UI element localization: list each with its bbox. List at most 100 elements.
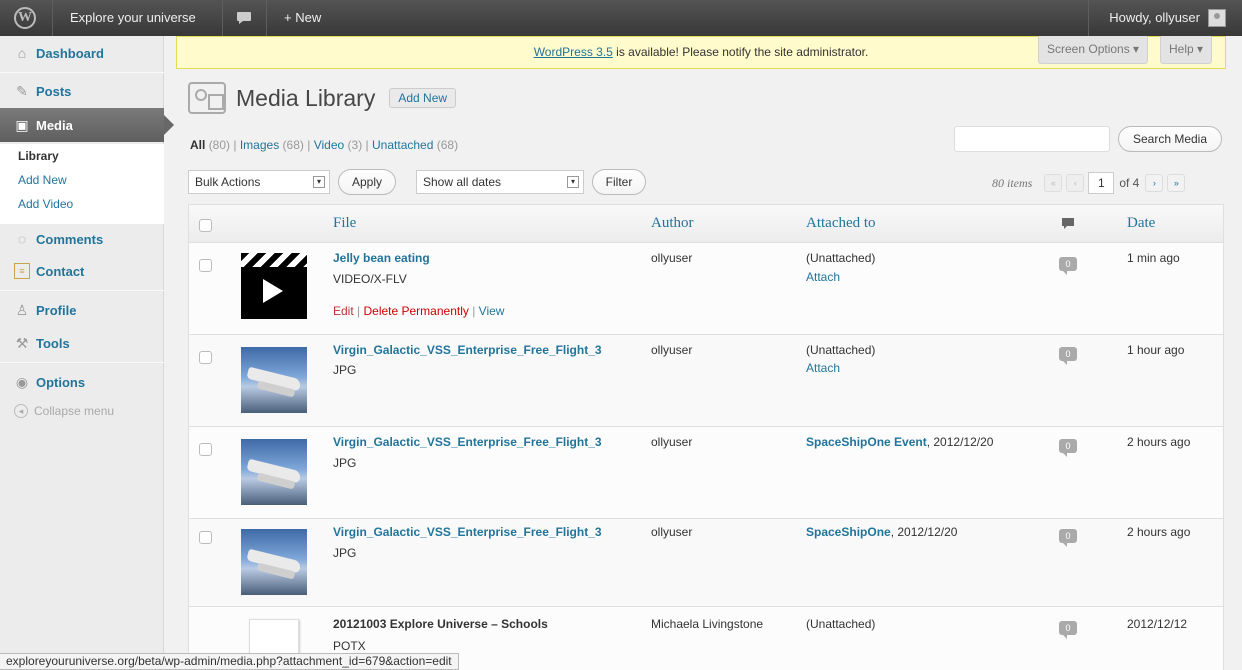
play-icon bbox=[263, 279, 283, 303]
search-media-button[interactable]: Search Media bbox=[1118, 126, 1222, 152]
attach-link[interactable]: Attach bbox=[806, 270, 840, 284]
row-checkbox[interactable] bbox=[199, 531, 212, 544]
file-title-link[interactable]: Virgin_Galactic_VSS_Enterprise_Free_Flig… bbox=[333, 525, 602, 539]
filter-images[interactable]: Images bbox=[240, 138, 279, 152]
menu-contact[interactable]: ≡ Contact bbox=[0, 254, 164, 288]
table-header: File Author Attached to Date bbox=[189, 205, 1223, 243]
first-page-button[interactable]: « bbox=[1044, 174, 1063, 192]
menu-posts[interactable]: ✎ Posts bbox=[0, 74, 164, 108]
filter-count: (80) bbox=[208, 138, 231, 152]
author: Michaela Livingstone bbox=[651, 617, 764, 631]
file-title[interactable]: 20121003 Explore Universe – Schools bbox=[333, 617, 548, 631]
menu-dashboard[interactable]: ⌂ Dashboard bbox=[0, 36, 164, 70]
separator: | bbox=[353, 304, 364, 318]
collapse-arrow-icon: ◂ bbox=[14, 404, 28, 418]
bulk-actions-value: Bulk Actions bbox=[195, 175, 261, 189]
last-page-button[interactable]: » bbox=[1167, 174, 1186, 192]
submenu-add-video[interactable]: Add Video bbox=[18, 192, 164, 216]
row-actions: Edit | Delete Permanently | View bbox=[333, 304, 504, 318]
howdy-user-menu[interactable]: Howdy, ollyuser bbox=[1109, 0, 1200, 36]
table-row: Virgin_Galactic_VSS_Enterprise_Free_Flig… bbox=[189, 335, 1223, 427]
comment-count-badge[interactable]: 0 bbox=[1059, 347, 1077, 365]
screen-options-tab[interactable]: Screen Options ▾ bbox=[1038, 36, 1149, 64]
row-checkbox[interactable] bbox=[199, 351, 212, 364]
file-title-link[interactable]: Jelly bean eating bbox=[333, 251, 430, 265]
image-thumbnail[interactable] bbox=[241, 529, 307, 595]
pagination: 80 items « ‹ 1 of 4 › » bbox=[992, 170, 1189, 196]
current-page-input[interactable]: 1 bbox=[1088, 172, 1115, 194]
column-attached-to[interactable]: Attached to bbox=[806, 215, 876, 232]
menu-divider bbox=[0, 290, 164, 291]
image-thumbnail[interactable] bbox=[241, 439, 307, 505]
new-content-menu[interactable]: + New bbox=[284, 0, 321, 36]
comment-count-badge[interactable]: 0 bbox=[1059, 621, 1077, 639]
submenu-library[interactable]: Library bbox=[18, 144, 164, 168]
comment-count-badge[interactable]: 0 bbox=[1059, 529, 1077, 547]
submenu-add-new[interactable]: Add New bbox=[18, 168, 164, 192]
delete-permanently-link[interactable]: Delete Permanently bbox=[363, 304, 468, 318]
comments-column-icon[interactable] bbox=[1061, 217, 1075, 233]
separator: | bbox=[233, 138, 237, 152]
file-type: POTX bbox=[333, 639, 366, 653]
wordpress-version-link[interactable]: WordPress 3.5 bbox=[534, 45, 613, 59]
menu-label: Posts bbox=[36, 83, 72, 99]
bulk-actions-select[interactable]: Bulk Actions ▾ bbox=[188, 170, 330, 194]
filter-button[interactable]: Filter bbox=[592, 169, 646, 195]
media-library-icon bbox=[188, 82, 226, 114]
date: 1 min ago bbox=[1127, 251, 1180, 265]
file-type: VIDEO/X-FLV bbox=[333, 272, 407, 286]
next-page-button[interactable]: › bbox=[1145, 174, 1164, 192]
menu-tools[interactable]: ⚒ Tools bbox=[0, 326, 164, 360]
row-checkbox[interactable] bbox=[199, 259, 212, 272]
menu-divider bbox=[0, 72, 164, 73]
attach-link[interactable]: Attach bbox=[806, 361, 840, 375]
comment-count-badge[interactable]: 0 bbox=[1059, 439, 1077, 457]
attached-post-link[interactable]: SpaceShipOne Event bbox=[806, 435, 927, 449]
wordpress-logo-icon[interactable]: W bbox=[14, 7, 36, 29]
menu-comments[interactable]: ◌ Comments bbox=[0, 222, 164, 256]
author: ollyuser bbox=[651, 525, 693, 539]
menu-label: Dashboard bbox=[36, 45, 104, 61]
date: 2 hours ago bbox=[1127, 525, 1191, 539]
collapse-menu[interactable]: ◂ Collapse menu bbox=[14, 404, 114, 418]
menu-options[interactable]: ◉ Options bbox=[0, 365, 164, 399]
options-icon: ◉ bbox=[15, 373, 29, 390]
image-thumbnail[interactable] bbox=[241, 347, 307, 413]
date-filter-select[interactable]: Show all dates ▾ bbox=[416, 170, 584, 194]
menu-label: Comments bbox=[36, 231, 104, 247]
site-name-link[interactable]: Explore your universe bbox=[70, 0, 196, 36]
prev-page-button[interactable]: ‹ bbox=[1066, 174, 1085, 192]
attached-post-link[interactable]: SpaceShipOne bbox=[806, 525, 891, 539]
video-thumbnail[interactable] bbox=[241, 253, 307, 319]
select-all-checkbox[interactable] bbox=[199, 219, 212, 232]
comment-count-badge[interactable]: 0 bbox=[1059, 257, 1077, 275]
column-file[interactable]: File bbox=[333, 215, 356, 232]
edit-link[interactable]: Edit bbox=[333, 304, 354, 318]
filter-count: (68) bbox=[282, 138, 304, 152]
table-row: Jelly bean eating VIDEO/X-FLV Edit | Del… bbox=[189, 243, 1223, 335]
filter-count: (68) bbox=[436, 138, 459, 152]
browser-status-bar: exploreyouruniverse.org/beta/wp-admin/me… bbox=[0, 653, 459, 670]
add-new-button[interactable]: Add New bbox=[389, 88, 457, 108]
avatar[interactable] bbox=[1208, 9, 1226, 27]
menu-label: Profile bbox=[36, 302, 77, 318]
comments-icon[interactable] bbox=[236, 0, 252, 36]
search-input[interactable] bbox=[954, 126, 1110, 152]
menu-label: Tools bbox=[36, 335, 70, 351]
column-author: Author bbox=[651, 215, 694, 231]
separator bbox=[222, 0, 223, 36]
view-link[interactable]: View bbox=[479, 304, 505, 318]
menu-media[interactable]: ▣ Media bbox=[0, 108, 174, 142]
help-tab[interactable]: Help ▾ bbox=[1160, 36, 1213, 64]
filter-video[interactable]: Video bbox=[314, 138, 344, 152]
row-checkbox[interactable] bbox=[199, 443, 212, 456]
column-date[interactable]: Date bbox=[1127, 215, 1155, 232]
filter-all[interactable]: All bbox=[190, 138, 205, 152]
file-title-link[interactable]: Virgin_Galactic_VSS_Enterprise_Free_Flig… bbox=[333, 343, 602, 357]
file-title-link[interactable]: Virgin_Galactic_VSS_Enterprise_Free_Flig… bbox=[333, 435, 602, 449]
filter-unattached[interactable]: Unattached bbox=[372, 138, 433, 152]
media-table: File Author Attached to Date Jelly bean … bbox=[188, 204, 1224, 670]
apply-button[interactable]: Apply bbox=[338, 169, 396, 195]
menu-profile[interactable]: ♙ Profile bbox=[0, 293, 164, 327]
items-count: 80 items bbox=[992, 175, 1033, 190]
